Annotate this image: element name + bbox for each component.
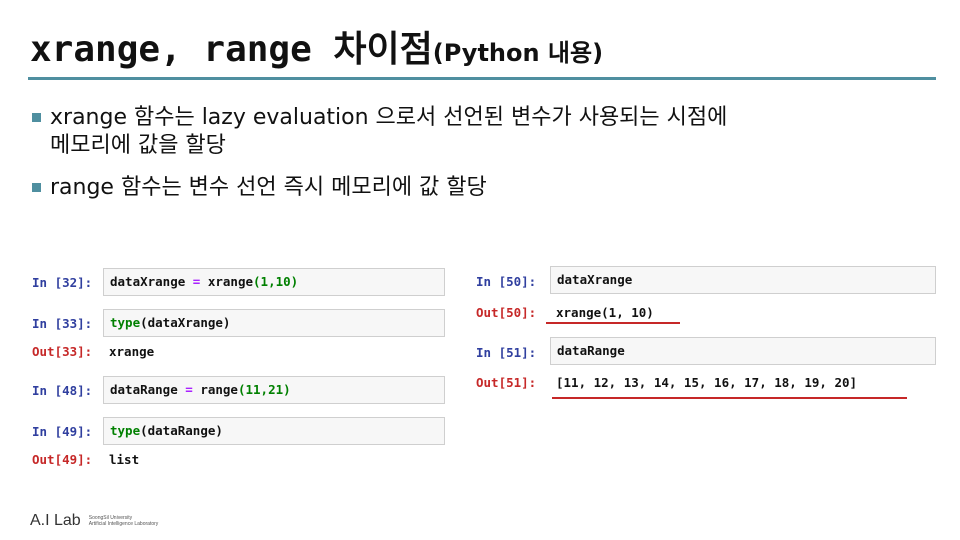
in-prompt: In [49]: [32,424,93,439]
logo-subtitle: SoongSil University Artificial Intellige… [88,514,159,527]
out-prompt: Out[49]: [32,452,93,467]
bullet-text: xrange 함수는 lazy evaluation 으로서 선언된 변수가 사… [50,105,728,130]
code-cell[interactable]: type(dataXrange) [103,309,445,337]
cell-output: xrange [109,344,155,359]
square-bullet-icon [32,183,41,192]
cell-output: list [109,452,140,467]
slide-title: xrange, range 차이점(Python 내용) [30,20,603,72]
code-cell[interactable]: dataXrange [550,266,936,294]
bullet-item: xrange 함수는 lazy evaluation 으로서 선언된 변수가 사… [30,104,930,160]
out-prompt: Out[50]: [476,305,537,320]
out-prompt: Out[33]: [32,344,93,359]
square-bullet-icon [32,113,41,122]
bullet-text: range 함수는 변수 선언 즉시 메모리에 값 할당 [50,175,487,200]
title-divider [28,77,936,80]
highlight-underline [546,322,680,324]
bullet-text-continued: 메모리에 값을 할당 [50,133,226,158]
cell-output: xrange(1, 10) [556,305,654,320]
lab-logo: A.I Lab SoongSil University Artificial I… [30,510,158,530]
in-prompt: In [33]: [32,316,93,331]
in-prompt: In [32]: [32,275,93,290]
in-prompt: In [48]: [32,383,93,398]
out-prompt: Out[51]: [476,375,537,390]
logo-text: A.I Lab [30,512,81,529]
cell-output: [11, 12, 13, 14, 15, 16, 17, 18, 19, 20] [556,375,858,390]
code-cell[interactable]: type(dataRange) [103,417,445,445]
bullet-item: range 함수는 변수 선언 즉시 메모리에 값 할당 [30,174,930,202]
highlight-underline [552,397,907,399]
title-main: xrange, range 차이점 [30,29,433,70]
title-sub: (Python 내용) [432,39,604,67]
in-prompt: In [50]: [476,274,537,289]
code-cell[interactable]: dataRange = range(11,21) [103,376,445,404]
in-prompt: In [51]: [476,345,537,360]
code-cell[interactable]: dataRange [550,337,936,365]
code-cell[interactable]: dataXrange = xrange(1,10) [103,268,445,296]
bullet-list: xrange 함수는 lazy evaluation 으로서 선언된 변수가 사… [30,104,930,216]
